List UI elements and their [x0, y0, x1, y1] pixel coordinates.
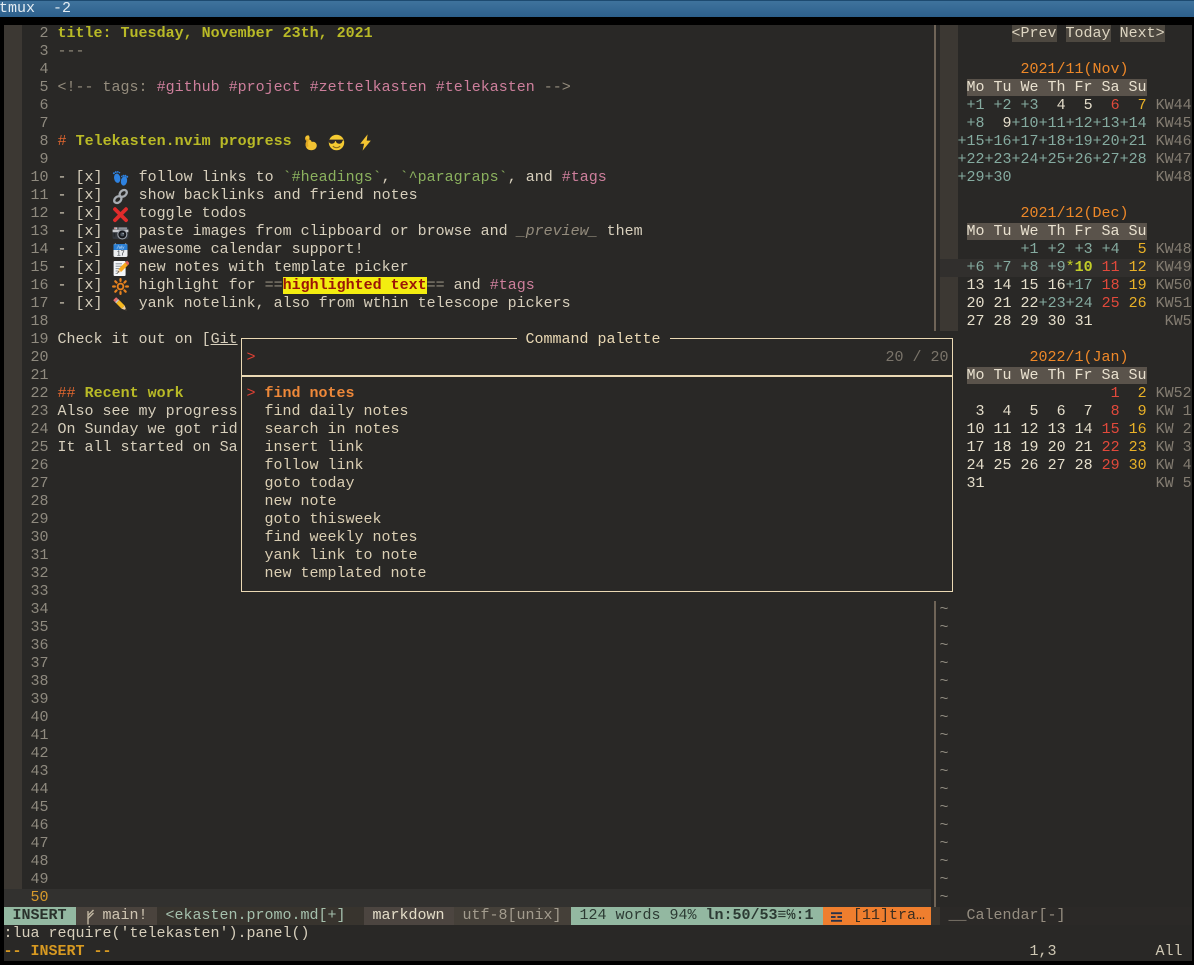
svg-text:17: 17	[116, 248, 124, 257]
